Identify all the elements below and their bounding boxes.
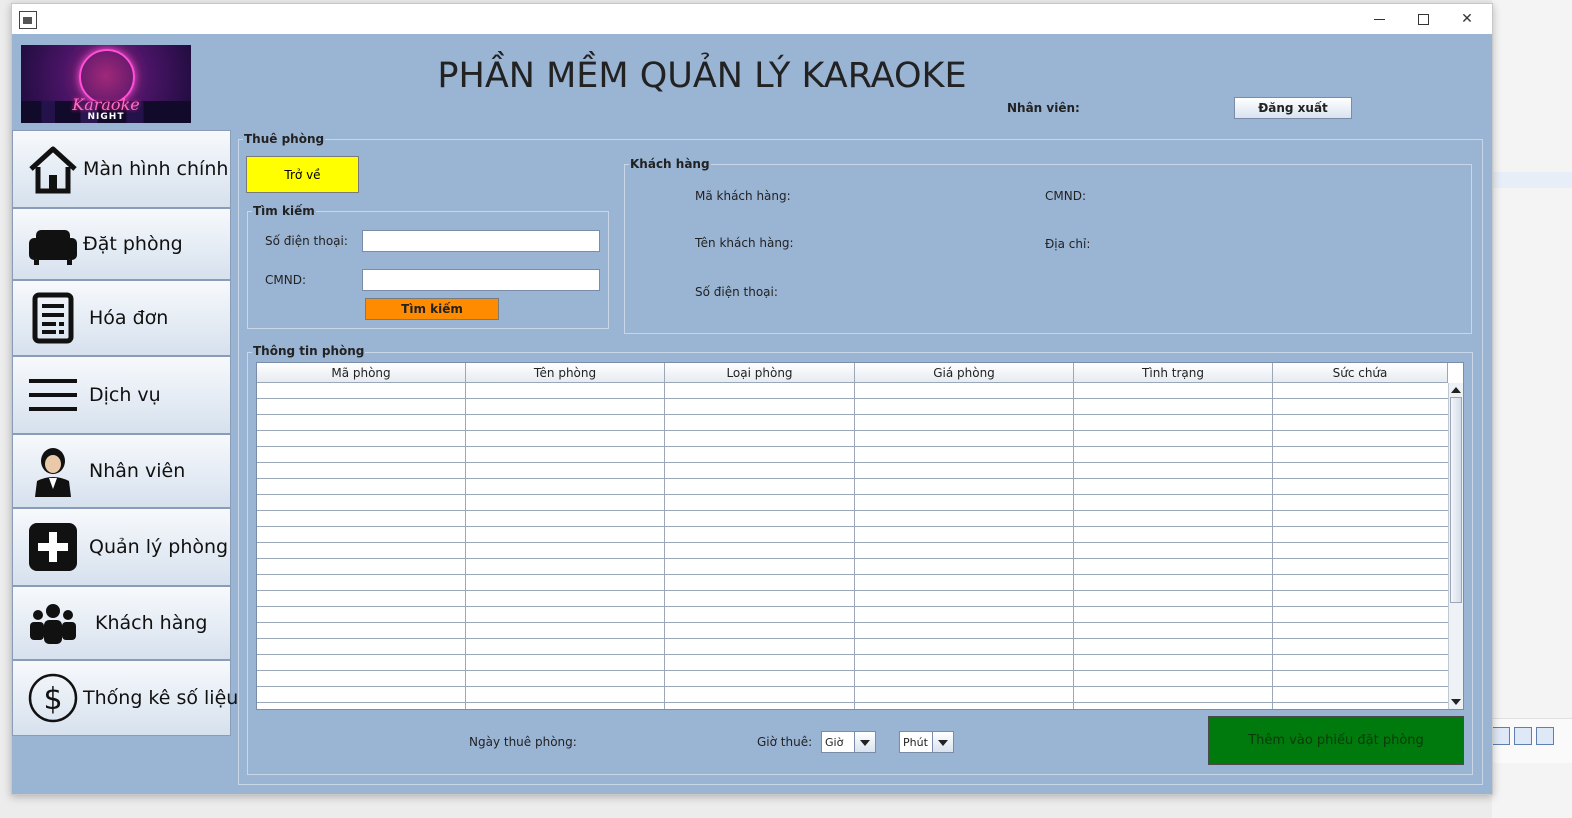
hour-select[interactable]: Giờ <box>821 731 876 753</box>
plus-icon <box>27 521 79 573</box>
sidebar-item-home[interactable]: Màn hình chính <box>12 130 231 208</box>
maximize-button[interactable] <box>1400 4 1446 34</box>
sofa-icon <box>27 218 79 270</box>
room-info-title: Thông tin phòng <box>252 344 366 358</box>
sidebar-item-booking[interactable]: Đặt phòng <box>12 208 231 280</box>
customer-title: Khách hàng <box>629 157 711 171</box>
scroll-up-icon[interactable] <box>1451 387 1461 393</box>
employee-icon <box>27 445 79 497</box>
add-to-booking-button[interactable]: Thêm vào phiếu đặt phòng <box>1208 716 1464 765</box>
customer-code-label: Mã khách hàng: <box>695 189 791 203</box>
java-app-icon <box>19 11 37 29</box>
close-button[interactable]: ✕ <box>1444 4 1490 34</box>
back-button[interactable]: Trở về <box>246 156 359 193</box>
sidebar-item-staff[interactable]: Nhân viên <box>12 434 231 508</box>
search-title: Tìm kiếm <box>252 204 316 218</box>
karaoke-logo: Karaoke NIGHT <box>21 45 191 123</box>
tray-icon <box>1536 727 1554 745</box>
sidebar-item-label: Đặt phòng <box>83 233 183 255</box>
minute-select-value: Phút <box>903 735 928 749</box>
column-header-room-type[interactable]: Loại phòng <box>665 363 855 383</box>
desktop-background <box>1492 0 1572 818</box>
column-header-capacity[interactable]: Sức chứa <box>1273 363 1448 383</box>
room-table[interactable]: Mã phòng Tên phòng Loại phòng Giá phòng … <box>256 362 1464 710</box>
sidebar-item-label: Thống kê số liệu <box>83 687 239 709</box>
sidebar-item-invoice[interactable]: Hóa đơn <box>12 280 231 356</box>
hour-select-value: Giờ <box>825 735 844 749</box>
minute-select[interactable]: Phút <box>899 731 954 753</box>
sidebar-item-label: Quản lý phòng <box>89 536 229 558</box>
column-header-room-price[interactable]: Giá phòng <box>855 363 1074 383</box>
sidebar-item-label: Khách hàng <box>95 612 208 634</box>
search-id-input[interactable] <box>362 269 600 291</box>
sidebar-item-label: Màn hình chính <box>83 158 229 180</box>
sidebar-item-label: Nhân viên <box>89 460 186 482</box>
sidebar-item-room-management[interactable]: Quản lý phòng <box>12 508 231 586</box>
title-bar[interactable]: ✕ <box>12 4 1492 34</box>
customer-phone-label: Số điện thoại: <box>695 285 778 299</box>
search-id-label: CMND: <box>265 273 306 287</box>
column-header-room-code[interactable]: Mã phòng <box>257 363 466 383</box>
svg-text:$: $ <box>43 682 62 717</box>
staff-label: Nhân viên: <box>1007 101 1080 115</box>
table-body[interactable] <box>257 383 1448 709</box>
customer-name-label: Tên khách hàng: <box>695 236 794 250</box>
scroll-down-icon[interactable] <box>1451 699 1461 705</box>
sidebar-item-statistics[interactable]: $ Thống kê số liệu <box>12 660 238 736</box>
rent-date-label: Ngày thuê phòng: <box>469 735 577 749</box>
customer-id-label: CMND: <box>1045 189 1086 203</box>
search-button[interactable]: Tìm kiếm <box>365 298 499 320</box>
sidebar-item-label: Hóa đơn <box>89 307 169 329</box>
scrollbar-thumb[interactable] <box>1450 397 1462 603</box>
app-window: ✕ Karaoke NIGHT PHẦN MỀM QUẢN LÝ KARAOKE… <box>11 3 1493 795</box>
tray-icon <box>1514 727 1532 745</box>
search-phone-input[interactable] <box>362 230 600 252</box>
rent-room-title: Thuê phòng <box>243 132 326 146</box>
customers-icon <box>27 597 79 649</box>
maximize-icon <box>1417 13 1429 25</box>
home-icon <box>27 143 79 195</box>
column-header-room-name[interactable]: Tên phòng <box>466 363 665 383</box>
search-phone-label: Số điện thoại: <box>265 234 348 248</box>
logout-button[interactable]: Đăng xuất <box>1234 97 1352 119</box>
menu-icon <box>27 369 79 421</box>
sidebar-item-label: Dịch vụ <box>89 384 161 406</box>
minimize-button[interactable] <box>1356 4 1402 34</box>
chevron-down-icon[interactable] <box>854 732 875 752</box>
chevron-down-icon[interactable] <box>932 732 953 752</box>
vertical-scrollbar[interactable] <box>1448 383 1463 709</box>
app-title: PHẦN MỀM QUẢN LÝ KARAOKE <box>437 56 967 96</box>
tray-icon <box>1492 727 1510 745</box>
dollar-icon: $ <box>27 672 79 724</box>
sidebar-item-customers[interactable]: Khách hàng <box>12 586 231 660</box>
customer-address-label: Địa chỉ: <box>1045 237 1091 251</box>
minimize-icon <box>1373 18 1385 20</box>
main-content: Karaoke NIGHT PHẦN MỀM QUẢN LÝ KARAOKE N… <box>12 34 1492 794</box>
sidebar-item-services[interactable]: Dịch vụ <box>12 356 231 434</box>
close-icon: ✕ <box>1461 11 1473 27</box>
column-header-status[interactable]: Tình trạng <box>1074 363 1273 383</box>
rent-time-label: Giờ thuê: <box>757 735 813 749</box>
table-header: Mã phòng Tên phòng Loại phòng Giá phòng … <box>257 363 1448 383</box>
invoice-icon <box>27 292 79 344</box>
taskbar-tray <box>1492 718 1572 763</box>
